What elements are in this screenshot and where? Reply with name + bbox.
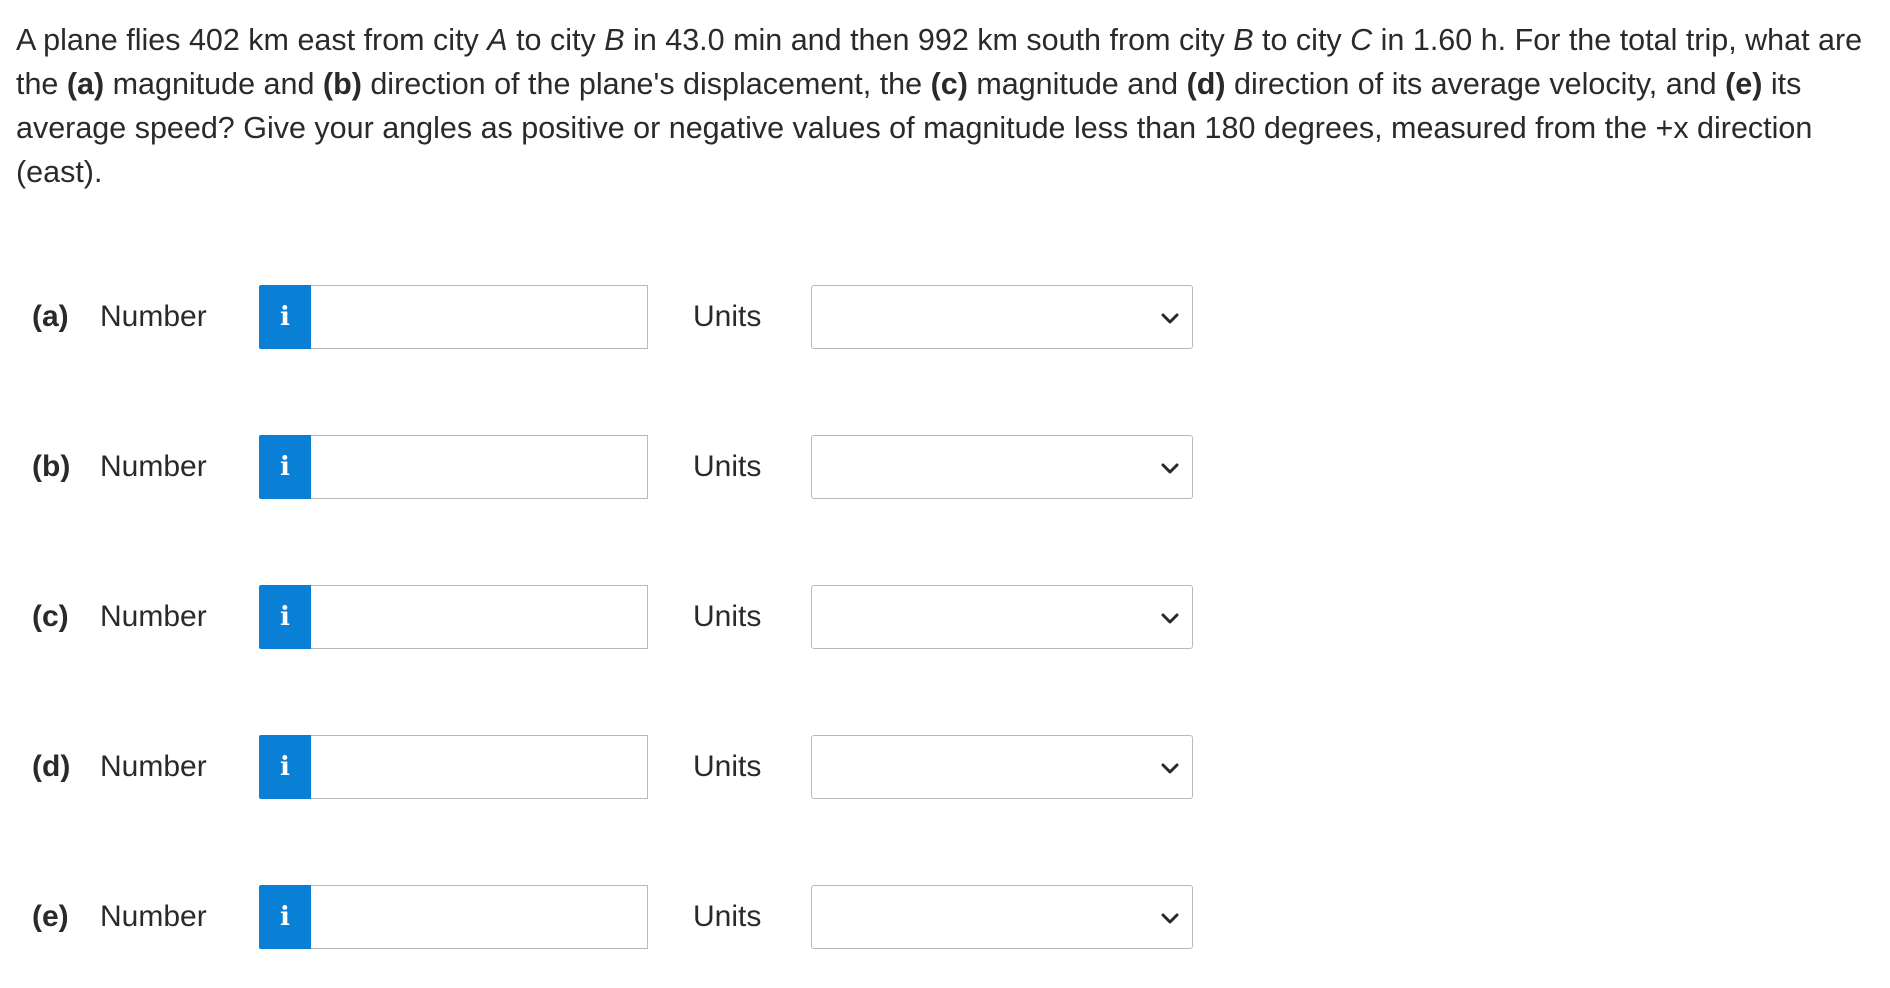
info-icon[interactable]: i	[259, 285, 311, 349]
units-dropdown-c[interactable]	[811, 585, 1193, 649]
answer-row-a: (a) Number i Units	[0, 285, 1250, 349]
answer-row-d: (d) Number i Units	[0, 735, 1250, 799]
units-dropdown-b[interactable]	[811, 435, 1193, 499]
chevron-down-icon	[1161, 463, 1179, 474]
number-input-e[interactable]	[311, 885, 648, 949]
part-label-a: (a)	[32, 300, 69, 333]
question-text: A plane flies 402 km east from city A to…	[16, 23, 1863, 189]
number-label-a: Number	[100, 300, 207, 333]
part-label-d: (d)	[32, 750, 71, 783]
number-label-c: Number	[100, 600, 207, 633]
units-dropdown-d[interactable]	[811, 735, 1193, 799]
answer-row-e: (e) Number i Units	[0, 885, 1250, 949]
part-label-e: (e)	[32, 900, 69, 933]
part-label-b: (b)	[32, 450, 71, 483]
units-label-c: Units	[693, 600, 762, 633]
answer-row-b: (b) Number i Units	[0, 435, 1250, 499]
info-icon[interactable]: i	[259, 735, 311, 799]
part-label-c: (c)	[32, 600, 69, 633]
info-icon[interactable]: i	[259, 885, 311, 949]
units-label-a: Units	[693, 300, 762, 333]
number-input-b[interactable]	[311, 435, 648, 499]
chevron-down-icon	[1161, 613, 1179, 624]
units-label-e: Units	[693, 900, 762, 933]
number-label-b: Number	[100, 450, 207, 483]
units-label-b: Units	[693, 450, 762, 483]
units-dropdown-a[interactable]	[811, 285, 1193, 349]
answer-row-c: (c) Number i Units	[0, 585, 1250, 649]
chevron-down-icon	[1161, 763, 1179, 774]
info-icon[interactable]: i	[259, 585, 311, 649]
number-input-a[interactable]	[311, 285, 648, 349]
chevron-down-icon	[1161, 313, 1179, 324]
number-label-e: Number	[100, 900, 207, 933]
units-label-d: Units	[693, 750, 762, 783]
number-label-d: Number	[100, 750, 207, 783]
units-dropdown-e[interactable]	[811, 885, 1193, 949]
number-input-d[interactable]	[311, 735, 648, 799]
number-input-c[interactable]	[311, 585, 648, 649]
chevron-down-icon	[1161, 913, 1179, 924]
info-icon[interactable]: i	[259, 435, 311, 499]
